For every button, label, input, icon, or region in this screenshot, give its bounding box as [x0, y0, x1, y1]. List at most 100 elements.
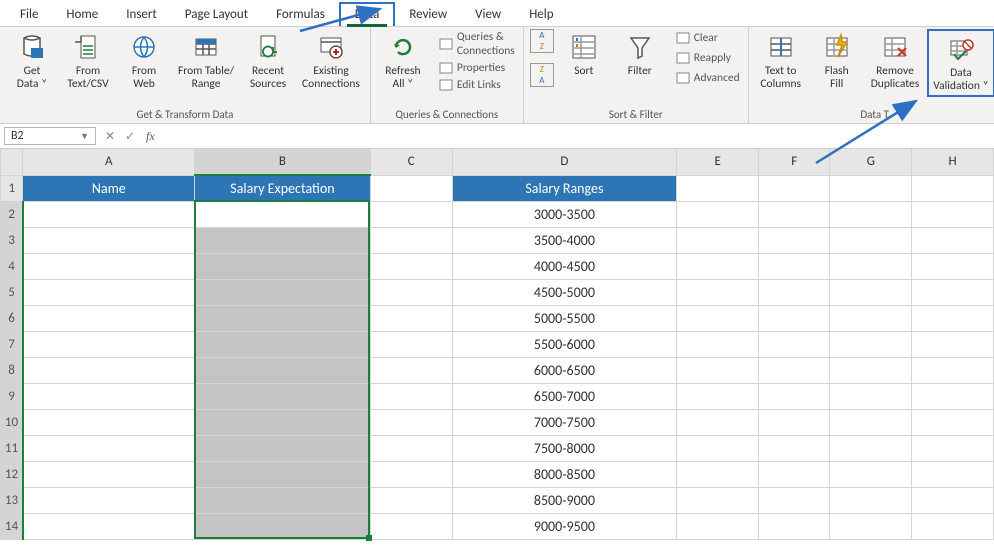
tab-help[interactable]: Help [515, 4, 567, 26]
row-header[interactable]: 1 [1, 175, 23, 201]
cell-C1[interactable] [370, 175, 452, 201]
tab-page-layout[interactable]: Page Layout [171, 4, 262, 26]
col-header-H[interactable]: H [912, 149, 994, 175]
cell-F3[interactable] [758, 227, 830, 253]
cell-D14[interactable]: 9000-9500 [452, 513, 677, 539]
cell-A5[interactable] [23, 279, 195, 305]
cell-E4[interactable] [677, 253, 759, 279]
cancel-formula-icon[interactable]: ✕ [100, 129, 120, 144]
cell-H1[interactable] [912, 175, 994, 201]
tab-review[interactable]: Review [395, 4, 461, 26]
cell-C6[interactable] [370, 305, 452, 331]
filter-button[interactable]: Filter [614, 29, 666, 80]
cell-B3[interactable] [195, 227, 371, 253]
cell-E3[interactable] [677, 227, 759, 253]
cell-D4[interactable]: 4000-4500 [452, 253, 677, 279]
cell-E7[interactable] [677, 331, 759, 357]
cell-G12[interactable] [830, 461, 912, 487]
cell-E11[interactable] [677, 435, 759, 461]
cell-F2[interactable] [758, 201, 830, 227]
cell-E2[interactable] [677, 201, 759, 227]
cell-B13[interactable] [195, 487, 371, 513]
cell-F12[interactable] [758, 461, 830, 487]
cell-H10[interactable] [912, 409, 994, 435]
cell-D6[interactable]: 5000-5500 [452, 305, 677, 331]
row-header[interactable]: 14 [1, 513, 23, 539]
cell-F13[interactable] [758, 487, 830, 513]
cell-F10[interactable] [758, 409, 830, 435]
edit-links-button[interactable]: Edit Links [437, 77, 517, 93]
cell-H5[interactable] [912, 279, 994, 305]
col-header-A[interactable]: A [23, 149, 195, 175]
cell-A10[interactable] [23, 409, 195, 435]
row-header[interactable]: 9 [1, 383, 23, 409]
cell-H3[interactable] [912, 227, 994, 253]
tab-data[interactable]: Data [339, 2, 396, 26]
cell-G4[interactable] [830, 253, 912, 279]
cell-G1[interactable] [830, 175, 912, 201]
cell-A1[interactable]: Name [23, 175, 195, 201]
cell-H14[interactable] [912, 513, 994, 539]
cell-B2[interactable] [195, 201, 371, 227]
cell-H9[interactable] [912, 383, 994, 409]
cell-B10[interactable] [195, 409, 371, 435]
cell-F14[interactable] [758, 513, 830, 539]
cell-A14[interactable] [23, 513, 195, 539]
cell-G9[interactable] [830, 383, 912, 409]
cell-A3[interactable] [23, 227, 195, 253]
tab-file[interactable]: File [6, 4, 52, 26]
col-header-E[interactable]: E [677, 149, 759, 175]
cell-E13[interactable] [677, 487, 759, 513]
cell-E14[interactable] [677, 513, 759, 539]
tab-insert[interactable]: Insert [112, 4, 171, 26]
cell-G3[interactable] [830, 227, 912, 253]
cell-C12[interactable] [370, 461, 452, 487]
cell-A7[interactable] [23, 331, 195, 357]
cell-C8[interactable] [370, 357, 452, 383]
cell-A11[interactable] [23, 435, 195, 461]
row-header[interactable]: 10 [1, 409, 23, 435]
cell-A4[interactable] [23, 253, 195, 279]
cell-B14[interactable] [195, 513, 371, 539]
cell-G11[interactable] [830, 435, 912, 461]
cell-F8[interactable] [758, 357, 830, 383]
flash-fill-button[interactable]: Flash Fill [811, 29, 863, 93]
cell-C10[interactable] [370, 409, 452, 435]
from-table-range-button[interactable]: From Table/ Range [174, 29, 238, 93]
col-header-D[interactable]: D [452, 149, 677, 175]
cell-H12[interactable] [912, 461, 994, 487]
col-header-F[interactable]: F [758, 149, 830, 175]
cell-C14[interactable] [370, 513, 452, 539]
cell-F4[interactable] [758, 253, 830, 279]
cell-G5[interactable] [830, 279, 912, 305]
data-validation-button[interactable]: Data Validation ˅ [927, 29, 994, 97]
cell-H4[interactable] [912, 253, 994, 279]
refresh-all-button[interactable]: Refresh All ˅ [377, 29, 429, 93]
tab-formulas[interactable]: Formulas [262, 4, 339, 26]
cell-G7[interactable] [830, 331, 912, 357]
cell-F5[interactable] [758, 279, 830, 305]
cell-D3[interactable]: 3500-4000 [452, 227, 677, 253]
reapply-button[interactable]: Reapply [674, 50, 742, 66]
row-header[interactable]: 2 [1, 201, 23, 227]
from-text-csv-button[interactable]: From Text/CSV [62, 29, 114, 93]
cell-B6[interactable] [195, 305, 371, 331]
formula-input[interactable] [161, 127, 994, 145]
col-header-G[interactable]: G [830, 149, 912, 175]
cell-B12[interactable] [195, 461, 371, 487]
cell-A8[interactable] [23, 357, 195, 383]
properties-button[interactable]: Properties [437, 60, 517, 76]
cell-D2[interactable]: 3000-3500 [452, 201, 677, 227]
row-header[interactable]: 8 [1, 357, 23, 383]
fx-icon[interactable]: fx [140, 129, 161, 144]
cell-C4[interactable] [370, 253, 452, 279]
cell-G13[interactable] [830, 487, 912, 513]
cell-F1[interactable] [758, 175, 830, 201]
tab-view[interactable]: View [461, 4, 515, 26]
clear-button[interactable]: Clear [674, 30, 742, 46]
tab-home[interactable]: Home [52, 4, 112, 26]
cell-G6[interactable] [830, 305, 912, 331]
row-header[interactable]: 4 [1, 253, 23, 279]
row-header[interactable]: 3 [1, 227, 23, 253]
cell-C2[interactable] [370, 201, 452, 227]
